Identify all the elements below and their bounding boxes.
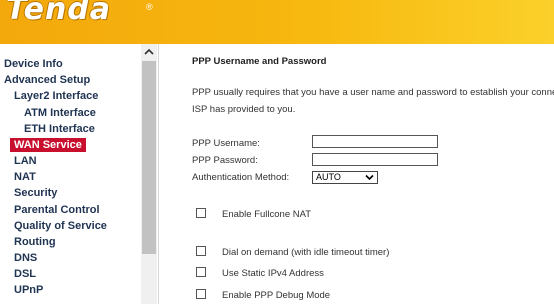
sidebar-item-quality-of-service[interactable]: Quality of Service	[14, 219, 107, 233]
registered-mark: ®	[146, 2, 153, 12]
sidebar-item-nat[interactable]: NAT	[14, 170, 36, 184]
dial-on-demand-checkbox[interactable]	[196, 246, 206, 256]
fullcone-nat-label: Enable Fullcone NAT	[222, 209, 312, 220]
sidebar-item-dns[interactable]: DNS	[14, 251, 37, 265]
sidebar-item-wan-service[interactable]: WAN Service	[10, 138, 86, 152]
auth-method-select[interactable]: AUTO	[312, 171, 378, 184]
auth-method-value: AUTO	[316, 172, 341, 182]
chevron-up-icon	[144, 48, 154, 55]
auth-method-label: Authentication Method:	[192, 172, 290, 183]
page-title: PPP Username and Password	[192, 56, 327, 67]
main-content: PPP Username and Password PPP usually re…	[160, 44, 554, 304]
sidebar-item-atm-interface[interactable]: ATM Interface	[24, 106, 96, 120]
static-ipv4-label: Use Static IPv4 Address	[222, 268, 324, 279]
sidebar-item-layer2-interface[interactable]: Layer2 Interface	[14, 89, 98, 103]
sidebar-item-security[interactable]: Security	[14, 186, 57, 200]
header-banner: Tenda ®	[0, 0, 554, 44]
tenda-logo: Tenda	[6, 0, 112, 27]
sidebar-item-upnp[interactable]: UPnP	[14, 283, 43, 297]
scroll-up-button[interactable]	[141, 44, 157, 60]
sidebar-item-device-info[interactable]: Device Info	[4, 57, 63, 71]
sidebar-nav: Device Info Advanced Setup Layer2 Interf…	[0, 44, 159, 304]
description-text: PPP usually requires that you have a use…	[192, 87, 554, 98]
chevron-down-icon	[365, 173, 374, 184]
scrollbar-thumb[interactable]	[142, 61, 156, 254]
ppp-username-input[interactable]	[312, 135, 438, 148]
ppp-debug-checkbox[interactable]	[196, 289, 206, 299]
sidebar-scrollbar[interactable]	[141, 44, 157, 304]
ppp-password-input[interactable]	[312, 153, 438, 166]
sidebar-item-lan[interactable]: LAN	[14, 154, 37, 168]
ppp-username-label: PPP Username:	[192, 138, 260, 149]
sidebar-item-dsl[interactable]: DSL	[14, 267, 36, 281]
dial-on-demand-label: Dial on demand (with idle timeout timer)	[222, 247, 390, 258]
ppp-password-label: PPP Password:	[192, 155, 258, 166]
sidebar-item-parental-control[interactable]: Parental Control	[14, 203, 100, 217]
description-text-cont: ISP has provided to you.	[192, 104, 296, 115]
fullcone-nat-checkbox[interactable]	[196, 208, 206, 218]
static-ipv4-checkbox[interactable]	[196, 267, 206, 277]
sidebar-item-eth-interface[interactable]: ETH Interface	[24, 122, 95, 136]
sidebar-item-advanced-setup[interactable]: Advanced Setup	[4, 73, 90, 87]
sidebar-item-routing[interactable]: Routing	[14, 235, 56, 249]
ppp-debug-label: Enable PPP Debug Mode	[222, 290, 331, 301]
